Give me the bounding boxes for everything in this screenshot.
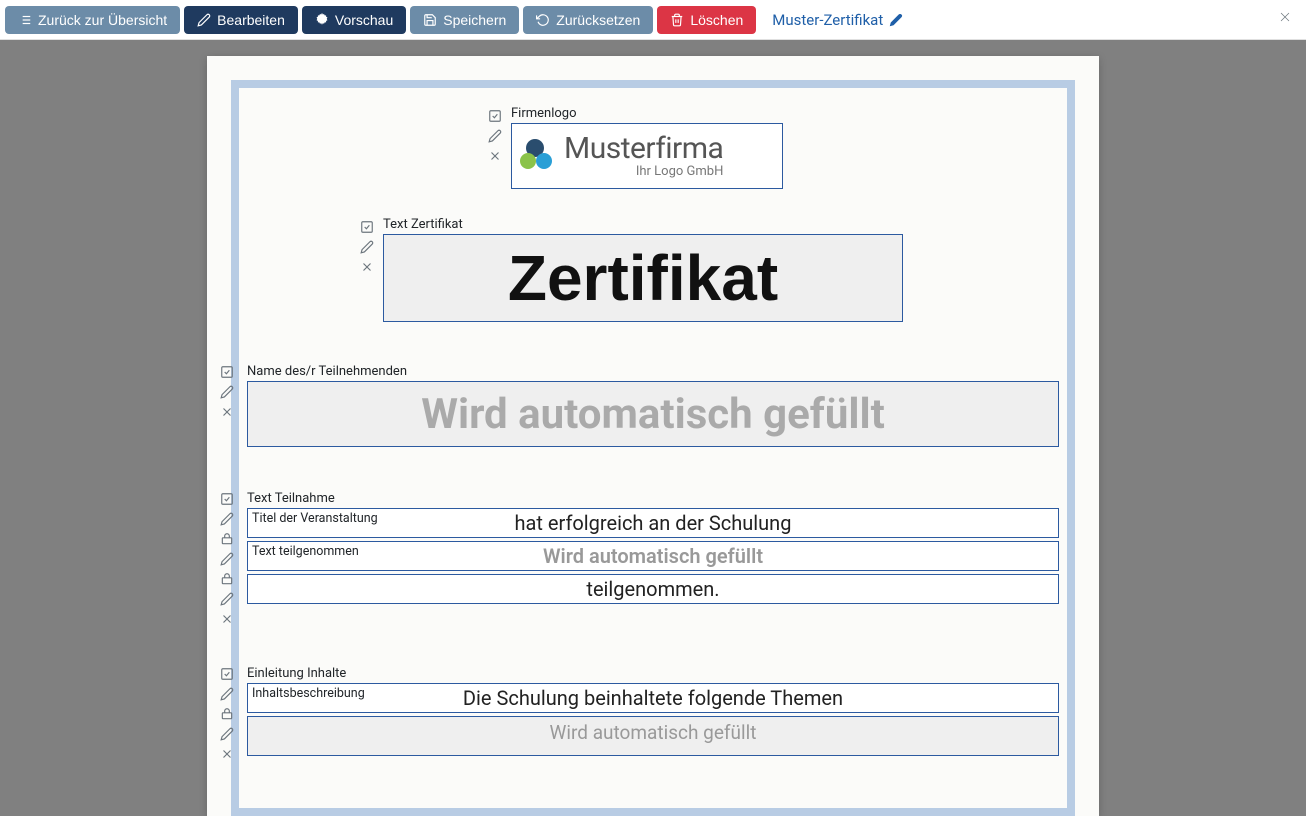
participation-label-2: Titel der Veranstaltung [252,511,378,526]
pencil-icon[interactable] [219,686,235,702]
cert-title-field[interactable]: Zertifikat [383,234,903,322]
logo-field[interactable]: Musterfirma Ihr Logo GmbH [511,123,783,189]
participation-text-2: Wird automatisch gefüllt [543,544,763,568]
participation-text-1: hat erfolgreich an der Schulung [515,511,792,535]
content-text-2: Wird automatisch gefüllt [550,721,757,744]
logo-label: Firmenlogo [511,106,783,121]
participation-line-1[interactable]: Titel der Veranstaltung hat erfolgreich … [247,508,1059,538]
participation-block: Text Teilnahme Titel der Veranstaltung h… [247,491,1059,604]
pencil-icon[interactable] [219,591,235,607]
canvas-area: Firmenlogo Musterfirma Ihr Logo GmbH [0,40,1306,816]
save-icon [423,13,437,27]
pencil-icon[interactable] [359,239,375,255]
pencil-icon[interactable] [219,511,235,527]
content-block: Einleitung Inhalte Inhaltsbeschreibung D… [247,666,1059,756]
trash-icon [670,13,684,27]
document-title-text: Muster-Zertifikat [772,11,883,29]
close-icon [1277,9,1293,25]
lock-icon[interactable] [219,531,235,547]
participant-field[interactable]: Wird automatisch gefüllt [247,381,1059,447]
close-icon[interactable] [359,259,375,275]
check-icon[interactable] [359,219,375,235]
pencil-icon[interactable] [487,128,503,144]
content-line-1[interactable]: Inhaltsbeschreibung Die Schulung beinhal… [247,683,1059,713]
content-line-2[interactable]: Wird automatisch gefüllt [247,716,1059,756]
pencil-icon[interactable] [219,726,235,742]
check-icon[interactable] [487,108,503,124]
edit-label: Bearbeiten [217,12,285,28]
delete-button[interactable]: Löschen [657,6,756,34]
content-label-2: Inhaltsbeschreibung [252,686,365,701]
save-button[interactable]: Speichern [410,6,519,34]
participation-line-2[interactable]: Text teilgenommen Wird automatisch gefül… [247,541,1059,571]
participation-text-3: teilgenommen. [586,577,719,601]
check-icon[interactable] [219,364,235,380]
participant-label: Name des/r Teilnehmenden [247,364,1059,379]
list-icon [18,13,32,27]
content-controls [219,666,235,762]
participation-controls [219,491,235,627]
content-label-1: Einleitung Inhalte [247,666,1059,681]
preview-button[interactable]: Vorschau [302,6,406,34]
toolbar: Zurück zur Übersicht Bearbeiten Vorschau… [0,0,1306,40]
edit-button[interactable]: Bearbeiten [184,6,298,34]
page-content: Firmenlogo Musterfirma Ihr Logo GmbH [207,56,1099,796]
logo-company: Musterfirma [564,133,723,165]
close-icon[interactable] [487,148,503,164]
document-title[interactable]: Muster-Zertifikat [772,11,903,29]
logo-controls [487,108,503,164]
logo-graphic [520,139,560,173]
participant-placeholder: Wird automatisch gefüllt [421,390,885,439]
cert-title-block: Text Zertifikat Zertifikat [359,217,1059,322]
cert-title-label: Text Zertifikat [383,217,903,232]
back-button[interactable]: Zurück zur Übersicht [5,6,180,34]
close-button[interactable] [1269,5,1301,34]
pencil-icon [889,13,903,27]
back-label: Zurück zur Übersicht [38,12,167,28]
close-icon[interactable] [219,611,235,627]
pencil-icon [197,13,211,27]
reset-button[interactable]: Zurücksetzen [523,6,653,34]
check-icon[interactable] [219,491,235,507]
pencil-icon[interactable] [219,551,235,567]
save-label: Speichern [443,12,506,28]
logo-text: Musterfirma Ihr Logo GmbH [564,133,723,178]
preview-label: Vorschau [335,12,393,28]
participant-block: Name des/r Teilnehmenden Wird automatisc… [247,364,1059,447]
certificate-page: Firmenlogo Musterfirma Ihr Logo GmbH [207,56,1099,816]
gear-icon [315,13,329,27]
logo-block: Firmenlogo Musterfirma Ihr Logo GmbH [487,106,1059,189]
participation-label-1: Text Teilnahme [247,491,1059,506]
lock-icon[interactable] [219,571,235,587]
cert-title-controls [359,219,375,275]
cert-title-text: Zertifikat [508,241,778,315]
content-text-1: Die Schulung beinhaltete folgende Themen [463,686,843,710]
delete-label: Löschen [690,12,743,28]
reset-label: Zurücksetzen [556,12,640,28]
refresh-icon [536,13,550,27]
participation-label-3: Text teilgenommen [252,544,359,559]
lock-icon[interactable] [219,706,235,722]
logo-tagline: Ihr Logo GmbH [564,165,723,179]
participant-controls [219,364,235,420]
participation-line-3[interactable]: teilgenommen. [247,574,1059,604]
close-icon[interactable] [219,746,235,762]
pencil-icon[interactable] [219,384,235,400]
close-icon[interactable] [219,404,235,420]
check-icon[interactable] [219,666,235,682]
